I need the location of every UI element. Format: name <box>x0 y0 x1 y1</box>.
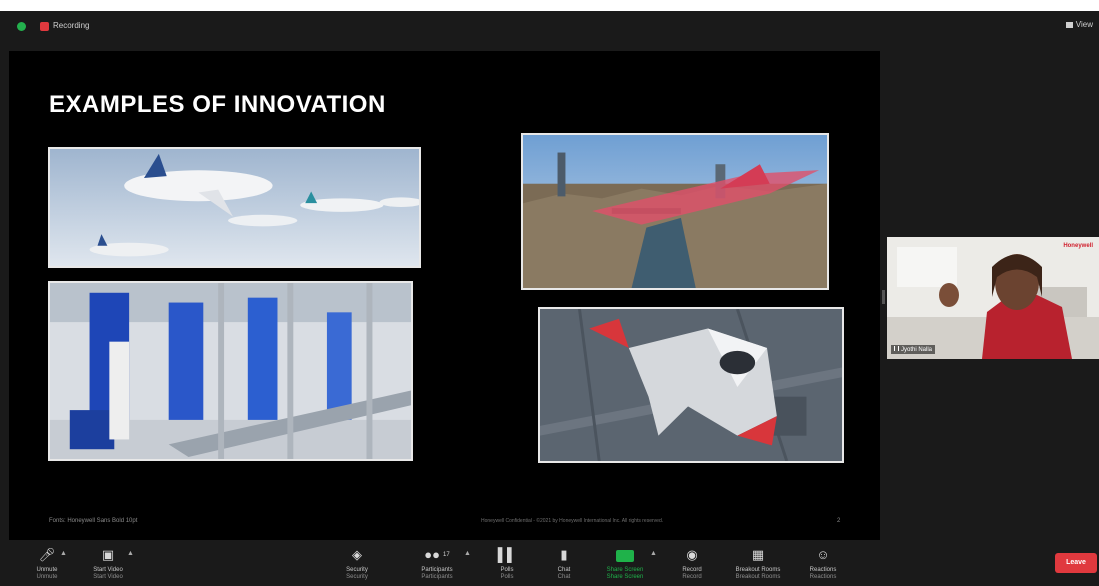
participant-video-tile[interactable]: Honeywell Jyothi Nalla <box>887 237 1099 359</box>
security-label-shadow: Security <box>346 574 368 580</box>
security-label: Security <box>346 567 368 573</box>
panel-resize-handle[interactable] <box>882 290 885 304</box>
top-edge <box>0 0 1099 11</box>
participant-name-tag: Jyothi Nalla <box>891 345 936 354</box>
participants-label: Participants <box>421 567 453 573</box>
participants-options-caret[interactable]: ▲ <box>464 550 471 557</box>
reactions-label-shadow: Reactions <box>809 574 837 580</box>
reactions-button[interactable]: ☺ Reactions Reactions <box>788 547 858 581</box>
participant-name: Jyothi Nalla <box>901 347 933 353</box>
slide-copyright: Honeywell Confidential - ©2021 by Honeyw… <box>481 518 664 524</box>
chat-button[interactable]: ▮ Chat Chat <box>529 547 599 581</box>
participant-count: 17 <box>443 552 450 558</box>
audio-options-caret[interactable]: ▲ <box>60 550 67 557</box>
security-shield-icon[interactable] <box>17 22 26 31</box>
recording-icon <box>40 22 49 31</box>
leave-button[interactable]: Leave <box>1055 553 1097 573</box>
share-screen-label: Share Screen <box>606 567 644 573</box>
record-button[interactable]: ◉ Record Record <box>657 547 727 581</box>
city-air-vehicle-photo <box>521 133 829 290</box>
slide-title: EXAMPLES OF INNOVATION <box>49 91 386 118</box>
record-icon: ◉ <box>686 547 698 562</box>
share-screen-button[interactable]: ▲ Share Screen Share Screen <box>590 547 660 581</box>
unmute-label-shadow: Unmute <box>36 574 58 580</box>
unmute-label: Unmute <box>36 567 58 573</box>
aircraft-fleet-photo <box>48 147 421 268</box>
chat-label: Chat <box>557 567 571 573</box>
reactions-label: Reactions <box>809 567 837 573</box>
smiley-icon: ☺ <box>816 547 830 562</box>
signal-icon <box>894 346 899 351</box>
unmute-button[interactable]: 🎤︎ ▲ Unmute Unmute <box>12 547 82 581</box>
participants-label-shadow: Participants <box>421 574 453 580</box>
shield-icon: ◈ <box>352 547 362 562</box>
slide-page-number: 2 <box>837 518 841 524</box>
video-brand-label: Honeywell <box>1063 243 1093 249</box>
breakout-rooms-button[interactable]: ▦ Breakout Rooms Breakout Rooms <box>723 547 793 581</box>
chat-label-shadow: Chat <box>557 574 571 580</box>
chat-bubble-icon: ▮ <box>560 547 568 562</box>
slide-footer-text: Fonts: Honeywell Sans Bold 10pt <box>49 518 138 524</box>
share-options-caret[interactable]: ▲ <box>650 550 657 557</box>
start-video-label-shadow: Start Video <box>93 574 123 580</box>
industrial-plant-photo <box>48 281 413 461</box>
shared-slide: EXAMPLES OF INNOVATION Fonts: Honeywell … <box>9 51 880 540</box>
video-options-caret[interactable]: ▲ <box>127 550 134 557</box>
microphone-muted-icon: 🎤︎ <box>38 547 56 562</box>
record-label-shadow: Record <box>682 574 702 580</box>
meeting-controls-bar: 🎤︎ ▲ Unmute Unmute ▣ ▲ Start Video Start… <box>0 542 1099 586</box>
share-screen-label-shadow: Share Screen <box>606 574 644 580</box>
view-label: View <box>1075 20 1093 29</box>
participants-icon: ●● 17 <box>424 547 450 562</box>
meeting-top-bar: Recording View <box>0 11 1099 41</box>
view-grid-icon <box>1065 22 1073 28</box>
security-button[interactable]: ◈ Security Security <box>322 547 392 581</box>
participants-button[interactable]: ●● 17 ▲ Participants Participants <box>402 547 472 581</box>
breakout-rooms-label: Breakout Rooms <box>735 567 781 573</box>
record-label: Record <box>682 567 702 573</box>
air-taxi-render-photo <box>538 307 844 463</box>
view-button[interactable]: View <box>1065 20 1093 29</box>
recording-label: Recording <box>53 21 90 30</box>
start-video-button[interactable]: ▣ ▲ Start Video Start Video <box>73 547 143 581</box>
breakout-rooms-label-shadow: Breakout Rooms <box>735 574 781 580</box>
breakout-rooms-grid-icon: ▦ <box>751 547 765 562</box>
start-video-label: Start Video <box>93 567 123 573</box>
